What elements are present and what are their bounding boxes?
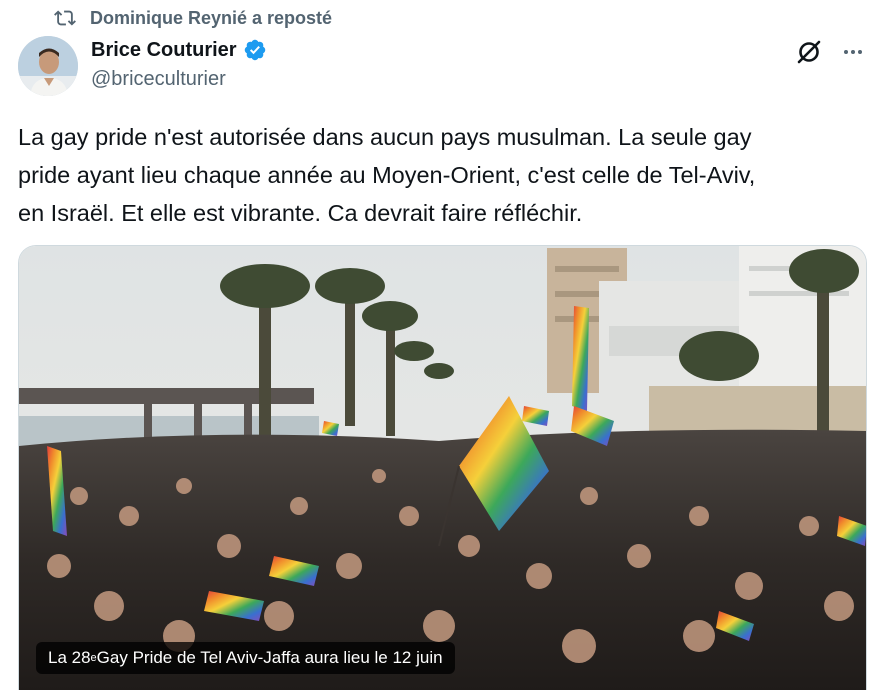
author-block: Brice Couturier @briceculturier <box>91 36 267 91</box>
avatar[interactable] <box>18 36 78 96</box>
tweet-line: en Israël. Et elle est vibrante. Ca devr… <box>18 200 583 226</box>
caption-text-end: Gay Pride de Tel Aviv-Jaffa aura lieu le… <box>96 648 443 667</box>
grok-icon[interactable] <box>795 38 823 66</box>
author-handle[interactable]: @briceculturier <box>91 68 267 91</box>
tweet-text: La gay pride n'est autorisée dans aucun … <box>18 118 858 232</box>
post-actions <box>795 38 865 66</box>
repost-header[interactable]: Dominique Reynié a reposté <box>54 6 332 30</box>
tweet-photo[interactable] <box>18 245 867 690</box>
repost-icon <box>54 10 76 26</box>
tweet-line: La gay pride n'est autorisée dans aucun … <box>18 124 752 150</box>
verified-badge-icon[interactable] <box>243 38 267 62</box>
more-icon[interactable] <box>841 40 865 64</box>
caption-text-start: La 28 <box>48 648 91 667</box>
author-name[interactable]: Brice Couturier <box>91 39 237 62</box>
pride-crowd-photo <box>19 246 866 690</box>
photo-caption: La 28 e Gay Pride de Tel Aviv-Jaffa aura … <box>36 642 455 674</box>
repost-label: Dominique Reynié a reposté <box>90 7 333 28</box>
tweet-line: pride ayant lieu chaque année au Moyen-O… <box>18 162 756 188</box>
